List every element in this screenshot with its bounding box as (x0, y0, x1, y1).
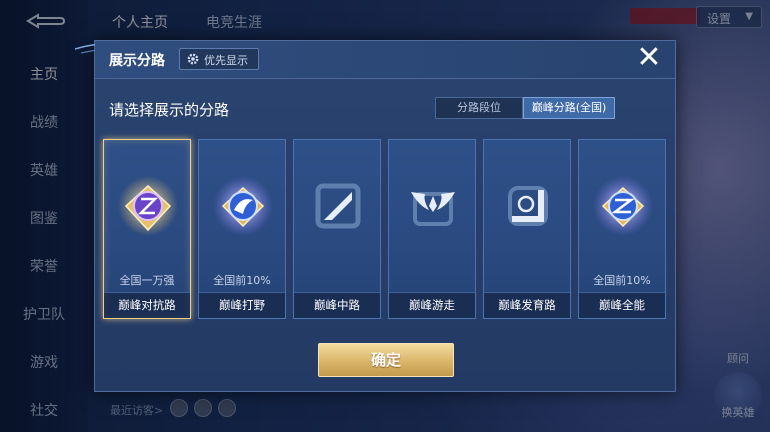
lane-rank-text: 全国前10% (593, 274, 651, 287)
lane-rank-text: 全国一万强 (119, 274, 175, 287)
claw-emblem-icon (213, 176, 273, 236)
display-lane-dialog: 展示分路 优先显示 ✕ 请选择展示的分路 分路段位 巅峰分路(全国) 全国一万强… (75, 40, 676, 392)
sword-emblem-icon (118, 176, 178, 236)
priority-display-button[interactable]: 优先显示 (179, 48, 259, 70)
wings-emblem-icon (411, 192, 455, 226)
lane-card-mid[interactable]: 巅峰中路 (293, 139, 381, 319)
lane-card-label: 巅峰发育路 (484, 292, 570, 318)
dialog-header: 展示分路 优先显示 ✕ (95, 41, 675, 79)
cross-emblem-icon (593, 176, 653, 236)
lane-card-label: 巅峰游走 (389, 292, 475, 318)
tab-peak-lane-national[interactable]: 巅峰分路(全国) (523, 97, 615, 119)
lane-rank-text: 全国前10% (213, 274, 271, 287)
gear-icon (187, 53, 199, 65)
lane-card-top[interactable]: 全国一万强 巅峰对抗路 (103, 139, 191, 319)
lane-card-jungle[interactable]: 全国前10% 巅峰打野 (198, 139, 286, 319)
lane-card-label: 巅峰打野 (199, 292, 285, 318)
dialog-title: 展示分路 (109, 53, 165, 69)
arrow-emblem-icon (508, 186, 548, 226)
section-title: 请选择展示的分路 (109, 101, 230, 119)
lane-card-label: 巅峰对抗路 (104, 292, 190, 318)
tab-lane-rank[interactable]: 分路段位 (435, 97, 523, 119)
lane-card-label: 巅峰全能 (579, 292, 665, 318)
lane-card-all-round[interactable]: 全国前10% 巅峰全能 (578, 139, 666, 319)
lane-card-support[interactable]: 巅峰游走 (388, 139, 476, 319)
lane-card-label: 巅峰中路 (294, 292, 380, 318)
lane-card-bot[interactable]: 巅峰发育路 (483, 139, 571, 319)
confirm-button[interactable]: 确定 (318, 343, 454, 377)
close-icon[interactable]: ✕ (635, 43, 663, 73)
slash-emblem-icon (315, 183, 361, 229)
priority-display-label: 优先显示 (204, 54, 248, 67)
